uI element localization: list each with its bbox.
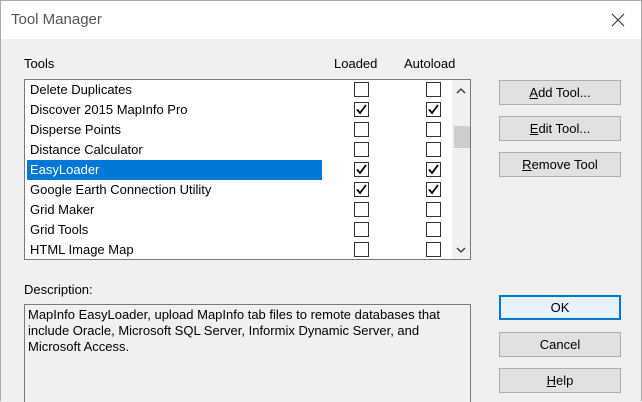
check-icon [428, 104, 439, 115]
autoload-checkbox[interactable] [426, 122, 441, 137]
tools-column-header: Tools [24, 56, 55, 71]
tool-name[interactable]: Distance Calculator [27, 140, 322, 160]
check-icon [356, 104, 367, 115]
ok-button[interactable]: OK [499, 295, 621, 320]
autoload-checkbox[interactable] [426, 162, 441, 177]
tool-row[interactable]: Grid Maker [25, 200, 453, 220]
tool-row[interactable]: Distance Calculator [25, 140, 453, 160]
edit-tool-button[interactable]: Edit Tool... [499, 116, 621, 141]
tool-name[interactable]: EasyLoader [27, 160, 322, 180]
autoload-checkbox[interactable] [426, 82, 441, 97]
tools-list[interactable]: Delete Duplicates Discover 2015 MapInfo P… [24, 79, 471, 260]
remove-tool-button[interactable]: Remove Tool [499, 152, 621, 177]
check-icon [356, 184, 367, 195]
tool-name[interactable]: Discover 2015 MapInfo Pro [27, 100, 322, 120]
check-icon [356, 164, 367, 175]
remove-tool-label: emove Tool [531, 157, 598, 172]
autoload-checkbox[interactable] [426, 202, 441, 217]
tool-name[interactable]: Delete Duplicates [27, 80, 322, 100]
check-icon [428, 164, 439, 175]
scroll-up-button[interactable] [452, 82, 470, 100]
check-icon [428, 184, 439, 195]
add-tool-label: dd Tool... [538, 85, 591, 100]
loaded-checkbox[interactable] [354, 182, 369, 197]
autoload-checkbox[interactable] [426, 222, 441, 237]
help-mnemonic: H [546, 373, 557, 388]
cancel-button[interactable]: Cancel [499, 332, 621, 357]
tool-manager-dialog: Tool Manager Tools Loaded Autoload Delet… [0, 0, 642, 402]
help-label: elp [556, 373, 574, 388]
tool-row[interactable]: HTML Image Map [25, 240, 453, 259]
autoload-checkbox[interactable] [426, 242, 441, 257]
remove-tool-mnemonic: R [522, 157, 532, 172]
autoload-column-header: Autoload [404, 56, 456, 71]
tool-name[interactable]: Google Earth Connection Utility [27, 180, 322, 200]
loaded-checkbox[interactable] [354, 102, 369, 117]
tool-row[interactable]: Discover 2015 MapInfo Pro [25, 100, 453, 120]
scroll-thumb[interactable] [454, 126, 470, 148]
loaded-checkbox[interactable] [354, 82, 369, 97]
title-bar: Tool Manager [1, 1, 641, 39]
autoload-checkbox[interactable] [426, 102, 441, 117]
scroll-down-button[interactable] [452, 241, 470, 259]
description-text: MapInfo EasyLoader, upload MapInfo tab f… [24, 304, 471, 402]
autoload-checkbox[interactable] [426, 182, 441, 197]
edit-tool-label: dit Tool... [538, 121, 591, 136]
loaded-checkbox[interactable] [354, 162, 369, 177]
list-scrollbar[interactable] [452, 80, 470, 259]
loaded-checkbox[interactable] [354, 242, 369, 257]
close-button[interactable] [595, 1, 641, 39]
chevron-up-icon [456, 88, 466, 94]
autoload-checkbox[interactable] [426, 142, 441, 157]
window-title: Tool Manager [11, 11, 102, 28]
loaded-checkbox[interactable] [354, 202, 369, 217]
description-label: Description: [24, 282, 93, 297]
add-tool-button[interactable]: Add Tool... [499, 80, 621, 105]
tool-row[interactable]: Grid Tools [25, 220, 453, 240]
tool-name[interactable]: Grid Maker [27, 200, 322, 220]
chevron-down-icon [456, 247, 466, 253]
help-button[interactable]: Help [499, 368, 621, 393]
loaded-checkbox[interactable] [354, 142, 369, 157]
loaded-column-header: Loaded [334, 56, 378, 71]
tool-name[interactable]: HTML Image Map [27, 240, 322, 259]
tool-row[interactable]: Disperse Points [25, 120, 453, 140]
close-icon [611, 13, 625, 27]
tool-name[interactable]: Grid Tools [27, 220, 322, 240]
add-tool-mnemonic: A [529, 85, 539, 100]
tool-row[interactable]: EasyLoader [25, 160, 453, 180]
tool-row[interactable]: Delete Duplicates [25, 80, 453, 100]
edit-tool-mnemonic: E [529, 121, 539, 136]
loaded-checkbox[interactable] [354, 122, 369, 137]
loaded-checkbox[interactable] [354, 222, 369, 237]
tool-row[interactable]: Google Earth Connection Utility [25, 180, 453, 200]
tool-name[interactable]: Disperse Points [27, 120, 322, 140]
